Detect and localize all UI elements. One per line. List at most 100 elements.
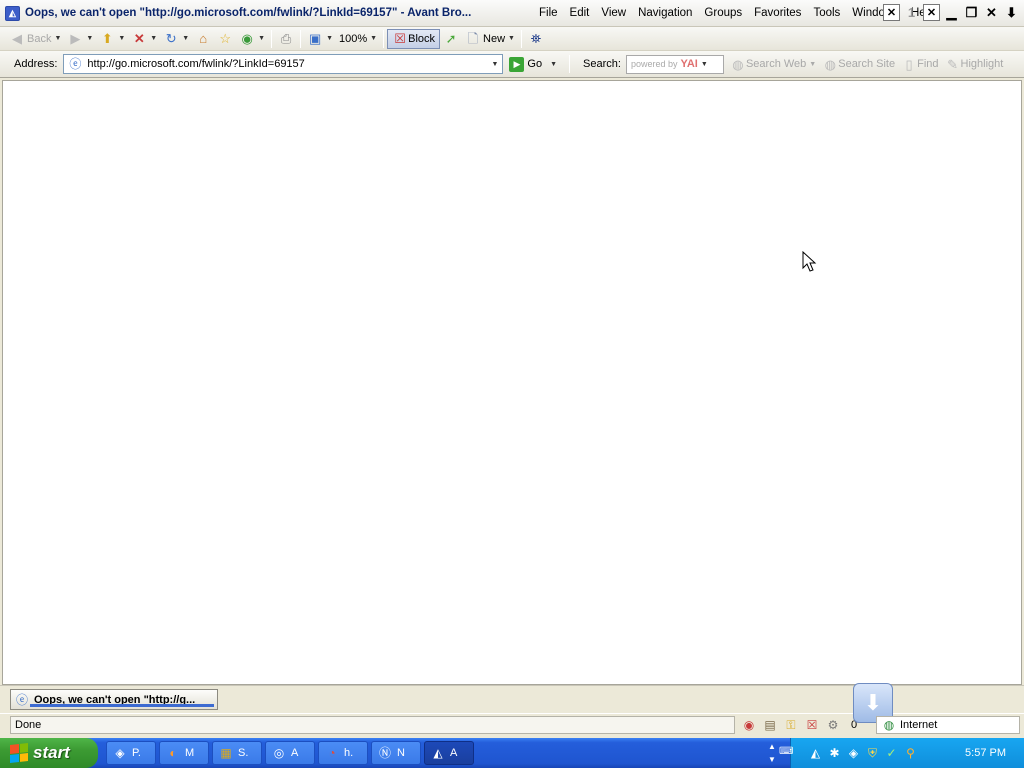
lock-icon[interactable]: ⚿	[782, 716, 800, 734]
menu-navigation[interactable]: Navigation	[632, 0, 698, 27]
chevron-down-icon[interactable]: ▼	[370, 35, 377, 42]
task-label: S.	[238, 747, 249, 759]
search-input[interactable]: powered by YAI ▼	[625, 54, 724, 74]
avant-icon: ◭	[433, 746, 443, 760]
flash-button[interactable]: ➚	[440, 29, 462, 49]
keyboard-icon[interactable]: ⌨	[779, 746, 793, 758]
window-layout-button[interactable]: ▣ ▼	[304, 29, 336, 49]
popup-block-button[interactable]: ☒ Block	[387, 28, 441, 49]
chevron-down-icon[interactable]: ▼	[701, 61, 708, 68]
app-icon: ◈	[115, 746, 125, 760]
menu-groups[interactable]: Groups	[698, 0, 748, 27]
chevron-down-icon[interactable]: ▼	[491, 61, 498, 68]
page-icon: ⓔ	[69, 57, 82, 71]
close-all-icon[interactable]: ✕	[923, 4, 940, 21]
tab-progress-bar	[30, 704, 214, 707]
search-web-button[interactable]: ◍ Search Web ▼	[730, 56, 816, 72]
app-icon: Ⓝ	[378, 746, 391, 760]
new-label: New	[483, 32, 506, 45]
up-button[interactable]: ⬆ ▼	[96, 29, 128, 49]
chevron-down-icon[interactable]: ▼	[86, 35, 93, 42]
toolbar-separator	[300, 29, 302, 48]
search-icon[interactable]: ⚲	[902, 745, 919, 762]
start-button[interactable]: start	[0, 738, 98, 768]
taskbar-item[interactable]: ◈ P.	[106, 741, 156, 765]
go-arrow-icon: ▶	[509, 56, 525, 72]
status-icons: ◉ ▤ ⚿ ☒ ⚙ 0	[740, 716, 863, 734]
network-icon[interactable]: ◈	[845, 745, 862, 762]
firefox-icon: ◐	[169, 746, 177, 760]
chevron-down-icon[interactable]: ▼	[118, 35, 125, 42]
address-input[interactable]: ⓔ http://go.microsoft.com/fwlink/?LinkId…	[63, 54, 504, 74]
taskbar-item-active[interactable]: ◭ A	[424, 741, 474, 765]
chevron-down-icon[interactable]: ▼	[550, 61, 557, 68]
close-button[interactable]: ✕	[983, 4, 1000, 21]
print-button[interactable]: ⎙	[275, 29, 297, 49]
taskbar-item[interactable]: ◎ A	[265, 741, 315, 765]
clock[interactable]: 5:57 PM	[965, 738, 1006, 768]
toolbar-separator	[383, 29, 385, 48]
menu-favorites[interactable]: Favorites	[748, 0, 807, 27]
menu-view[interactable]: View	[595, 0, 632, 27]
stop-button[interactable]: ✕ ▼	[128, 29, 160, 49]
eye-icon[interactable]: ◉	[740, 716, 758, 734]
chevron-down-icon[interactable]: ▼	[809, 61, 816, 68]
chevron-down-icon[interactable]: ▼	[508, 35, 515, 42]
menu-file[interactable]: File	[533, 0, 564, 27]
navigation-toolbar: ◀ Back ▼ ▶ ▼ ⬆ ▼ ✕ ▼ ↻ ▼ ⌂ ☆ ◉ ▼ ⎙ ▣ ▼ 1…	[0, 27, 1024, 51]
back-button[interactable]: ◀ Back ▼	[6, 29, 64, 49]
find-button[interactable]: ▯ Find	[901, 56, 939, 72]
menu-tools[interactable]: Tools	[807, 0, 846, 27]
chevron-down-icon[interactable]: ▼	[258, 35, 265, 42]
history-button[interactable]: ◉ ▼	[236, 29, 268, 49]
chevron-down-icon[interactable]: ▼	[182, 35, 189, 42]
yai-logo: YAI	[680, 58, 698, 70]
address-url[interactable]: http://go.microsoft.com/fwlink/?LinkId=6…	[87, 58, 488, 70]
chevron-down-icon[interactable]: ▼	[326, 35, 333, 42]
taskbar-item[interactable]: Ⓝ N	[371, 741, 421, 765]
windows-logo-icon	[10, 743, 28, 763]
system-tray: ▲ ▼ ⌨ ◭ ✱ ◈ ⛨ ✓ ⚲ 5:57 PM	[768, 738, 1024, 768]
bluetooth-icon[interactable]: ✱	[826, 745, 843, 762]
arrow-down-icon[interactable]: ⬇	[1003, 4, 1020, 21]
taskbar-item[interactable]: ◔ h.	[318, 741, 368, 765]
block-popup-icon[interactable]: ☒	[803, 716, 821, 734]
window-layout-icon: ▣	[308, 31, 322, 46]
search-powered-by: powered by	[630, 59, 678, 69]
favorites-button[interactable]: ☆	[214, 29, 236, 49]
search-label: Search:	[583, 58, 621, 70]
menu-edit[interactable]: Edit	[564, 0, 596, 27]
tray-scroll-icon[interactable]: ▲ ▼	[765, 740, 779, 766]
refresh-button[interactable]: ↻ ▼	[160, 29, 192, 49]
zoom-button[interactable]: 100% ▼	[336, 29, 380, 49]
settings-icon[interactable]: ⚙	[824, 716, 842, 734]
app-icon: ◔	[328, 746, 336, 760]
minimize-button[interactable]: ▁	[943, 4, 960, 21]
page-content-area[interactable]	[2, 80, 1022, 685]
new-button[interactable]: 🗋 New ▼	[462, 29, 518, 49]
zoom-label: 100%	[339, 32, 368, 45]
shield-icon[interactable]: ⛨	[864, 745, 881, 762]
go-label: Go	[527, 58, 543, 70]
avant-icon[interactable]: ◭	[807, 745, 824, 762]
forward-button[interactable]: ▶ ▼	[64, 29, 96, 49]
highlight-button[interactable]: ✎ Highlight	[945, 56, 1003, 72]
binoculars-button[interactable]: ⛯	[525, 29, 547, 49]
search-site-icon: ◍	[824, 56, 836, 72]
home-button[interactable]: ⌂	[192, 29, 214, 49]
toolbox-icon[interactable]: ▤	[761, 716, 779, 734]
zone-label: Internet	[900, 719, 938, 731]
stop-icon: ✕	[133, 31, 145, 46]
close-tab-icon[interactable]: ✕	[883, 4, 900, 21]
avant-browser-icon[interactable]: ◭	[5, 5, 20, 21]
taskbar-item[interactable]: ▦ S.	[212, 741, 262, 765]
chevron-down-icon[interactable]: ▼	[150, 35, 157, 42]
mouse-cursor-icon	[802, 251, 817, 272]
chevron-down-icon[interactable]: ▼	[54, 35, 61, 42]
go-button[interactable]: ▶ Go ▼	[509, 56, 557, 72]
restore-button[interactable]: ❐	[963, 4, 980, 21]
antivirus-icon[interactable]: ✓	[883, 745, 900, 762]
taskbar-item[interactable]: ◐ M	[159, 741, 209, 765]
address-label: Address:	[14, 58, 58, 70]
search-site-button[interactable]: ◍ Search Site	[822, 56, 896, 72]
